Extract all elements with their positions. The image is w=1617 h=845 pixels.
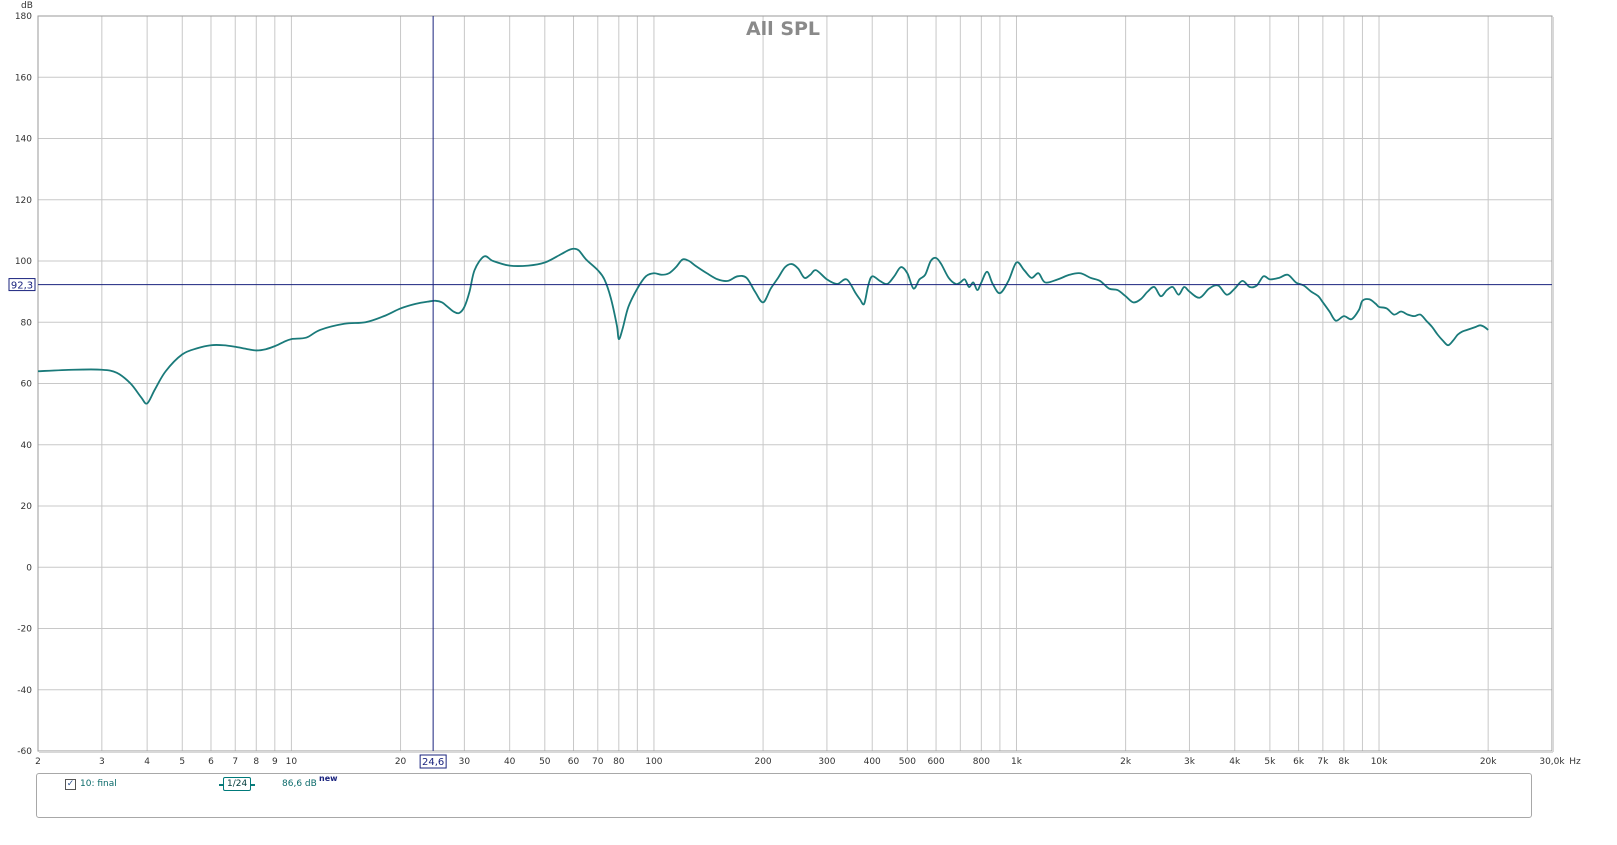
y-tick-label: 40 xyxy=(21,441,33,451)
x-tick-label: 4k xyxy=(1229,757,1241,767)
spl-chart[interactable]: -60 -40 -20 0 20 40 60 80 100 120 140 160 180 2 3 4 5 6 7… xyxy=(0,0,1617,775)
svg-text:24,6: 24,6 xyxy=(422,757,444,768)
smoothing-setting-button[interactable]: 1/24 xyxy=(223,777,252,791)
cursor-value-readout: 86,6 dB xyxy=(282,779,317,789)
x-tick-label: 400 xyxy=(864,757,881,767)
series-visibility-checkbox[interactable]: ✓ xyxy=(65,779,76,790)
x-tick-label: 10 xyxy=(286,757,298,767)
x-tick-label: 6k xyxy=(1293,757,1305,767)
cursor-y-readout: 92,3 xyxy=(8,278,36,292)
svg-text:92,3: 92,3 xyxy=(11,281,33,292)
y-tick-label: 120 xyxy=(15,196,32,206)
x-tick-label: 30 xyxy=(459,757,471,767)
y-tick-labels: -60 -40 -20 0 20 40 60 80 100 120 140 160 180 xyxy=(15,12,32,757)
x-tick-label: 20k xyxy=(1480,757,1497,767)
y-tick-label: -40 xyxy=(17,686,32,696)
y-tick-label: -20 xyxy=(17,625,32,635)
x-tick-labels: 2 3 4 5 6 7 8 9 10 20 30 40 50 60 70 80 100 200 300 400 500 6… xyxy=(35,757,1565,767)
x-tick-label: 30,0k xyxy=(1539,757,1565,767)
x-tick-label: 10k xyxy=(1371,757,1388,767)
x-tick-label: 600 xyxy=(927,757,944,767)
x-tick-label: 4 xyxy=(144,757,150,767)
new-badge: new xyxy=(319,774,338,783)
x-tick-label: 9 xyxy=(272,757,278,767)
chart-title: All SPL xyxy=(746,18,820,40)
x-tick-label: 5 xyxy=(179,757,185,767)
x-tick-label: 80 xyxy=(613,757,625,767)
y-tick-label: 60 xyxy=(21,380,33,390)
x-tick-label: 200 xyxy=(754,757,771,767)
x-tick-label: 60 xyxy=(568,757,580,767)
x-tick-label: 8k xyxy=(1338,757,1350,767)
y-axis-label: dB xyxy=(21,1,33,11)
x-tick-label: 20 xyxy=(395,757,407,767)
series-name-label[interactable]: 10: final xyxy=(80,779,117,789)
x-tick-label: 8 xyxy=(253,757,259,767)
x-tick-label: 70 xyxy=(592,757,604,767)
x-tick-label: 7k xyxy=(1317,757,1329,767)
x-tick-label: 50 xyxy=(539,757,551,767)
y-tick-label: -60 xyxy=(17,747,32,757)
x-tick-label: 500 xyxy=(899,757,916,767)
x-tick-label: 2k xyxy=(1120,757,1132,767)
x-tick-label: 300 xyxy=(818,757,835,767)
x-tick-label: 2 xyxy=(35,757,41,767)
x-tick-label: 7 xyxy=(232,757,238,767)
y-tick-label: 100 xyxy=(15,257,32,267)
y-tick-label: 80 xyxy=(21,318,33,328)
x-tick-label: 6 xyxy=(208,757,214,767)
x-tick-label: 40 xyxy=(504,757,516,767)
y-tick-label: 0 xyxy=(26,563,32,573)
cursor-x-readout: 24,6 xyxy=(419,754,447,769)
y-tick-label: 160 xyxy=(15,73,32,83)
x-tick-label: 800 xyxy=(973,757,990,767)
x-axis-label: Hz xyxy=(1569,757,1581,767)
x-tick-label: 3k xyxy=(1184,757,1196,767)
y-tick-label: 140 xyxy=(15,135,32,145)
y-tick-label: 180 xyxy=(15,12,32,22)
x-tick-label: 3 xyxy=(99,757,105,767)
x-tick-label: 100 xyxy=(645,757,662,767)
x-tick-label: 5k xyxy=(1264,757,1276,767)
legend-panel: ✓ 10: final 1/24 86,6 dB new xyxy=(36,773,1532,818)
y-tick-label: 20 xyxy=(21,502,33,512)
x-tick-label: 1k xyxy=(1011,757,1023,767)
